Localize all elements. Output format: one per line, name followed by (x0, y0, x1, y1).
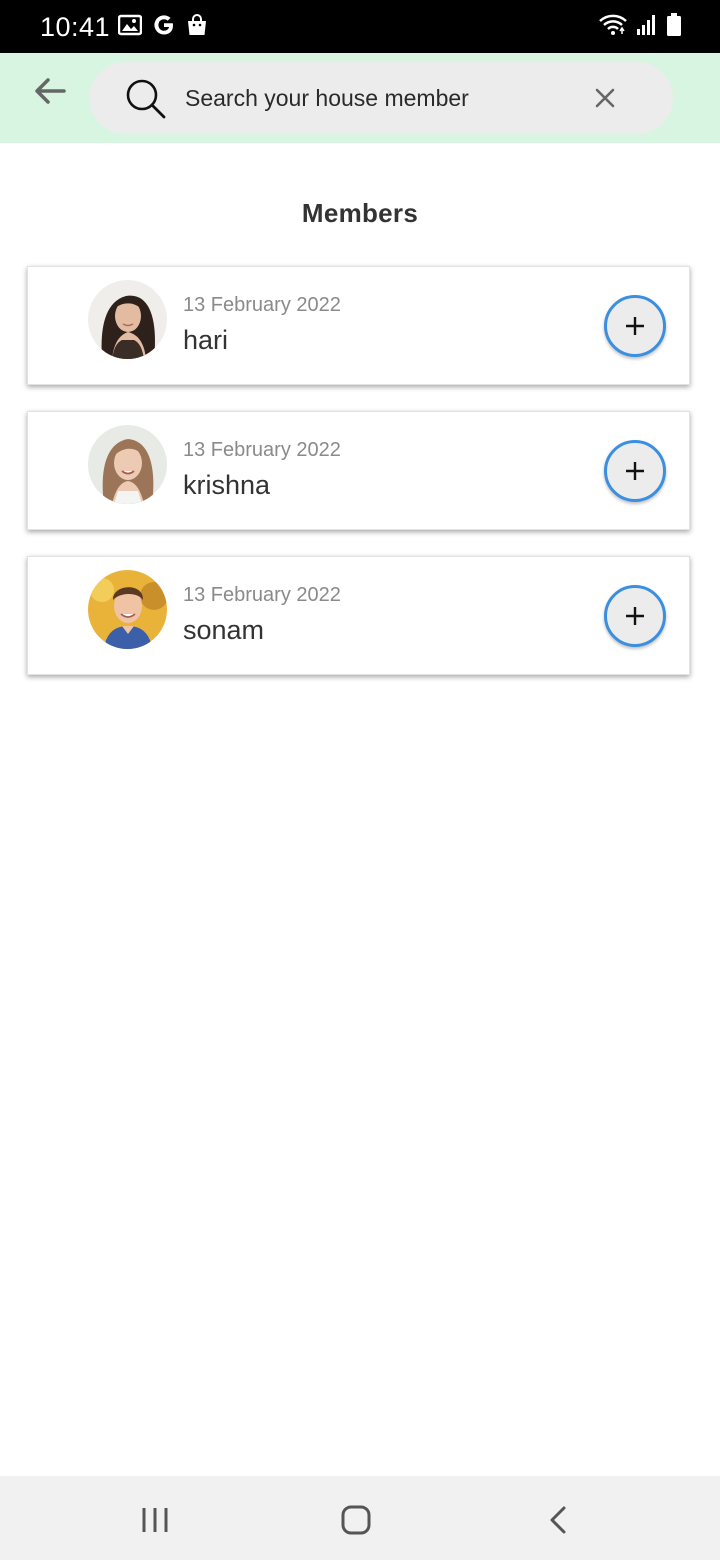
image-icon (117, 14, 143, 41)
system-back-button[interactable] (538, 1502, 578, 1538)
member-card[interactable]: 13 February 2022 sonam (27, 556, 690, 675)
plus-icon (626, 462, 644, 480)
home-icon (341, 1505, 371, 1535)
home-button[interactable] (336, 1502, 376, 1538)
member-list: 13 February 2022 hari 13 February 2022 k… (27, 266, 690, 701)
recents-button[interactable] (135, 1502, 175, 1538)
plus-icon (626, 607, 644, 625)
member-card[interactable]: 13 February 2022 hari (27, 266, 690, 385)
status-bar: 10:41 (0, 0, 720, 53)
add-member-button[interactable] (604, 295, 666, 357)
member-date: 13 February 2022 (183, 294, 341, 316)
avatar (88, 570, 167, 649)
member-name: krishna (183, 470, 271, 500)
back-icon (550, 1506, 566, 1534)
recents-icon (142, 1508, 168, 1532)
back-button[interactable] (28, 69, 72, 113)
wifi-icon (598, 13, 628, 42)
avatar (88, 280, 167, 359)
search-box[interactable] (89, 62, 673, 134)
add-member-button[interactable] (604, 585, 666, 647)
system-nav-bar (0, 1476, 720, 1560)
add-member-button[interactable] (604, 440, 666, 502)
avatar (88, 425, 167, 504)
status-time: 10:41 (40, 12, 111, 42)
member-date: 13 February 2022 (183, 584, 341, 606)
member-name: hari (183, 325, 229, 355)
status-left-icons (117, 13, 208, 42)
member-date: 13 February 2022 (183, 439, 341, 461)
arrow-left-icon (35, 78, 66, 104)
page-title: Members (301, 198, 419, 228)
member-name: sonam (183, 615, 265, 645)
battery-icon (666, 13, 682, 42)
signal-icon (636, 13, 658, 42)
plus-icon (626, 317, 644, 335)
search-input[interactable] (185, 76, 565, 120)
status-right-icons (598, 13, 682, 42)
member-card[interactable]: 13 February 2022 krishna (27, 411, 690, 530)
app-header (0, 53, 720, 143)
close-icon[interactable] (591, 84, 619, 112)
google-icon (152, 13, 176, 42)
search-icon (125, 78, 167, 125)
shopping-bag-icon (186, 13, 208, 42)
